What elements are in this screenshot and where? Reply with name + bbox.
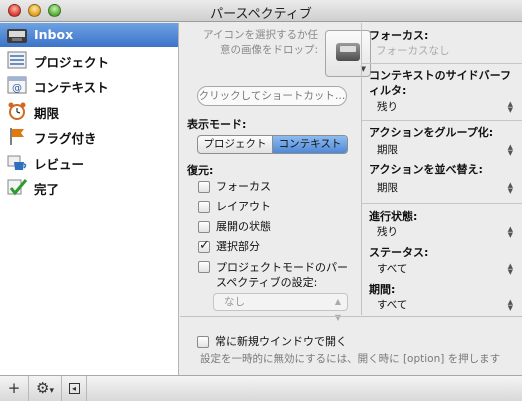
updown-arrows-icon: ▲ ▼ xyxy=(507,181,513,195)
inbox-tray-icon xyxy=(7,29,27,43)
checkbox[interactable] xyxy=(198,181,210,193)
context-filter-popup[interactable]: 残り ▲ ▼ xyxy=(369,100,517,116)
toggle-sidebar-button[interactable]: ◂ xyxy=(62,376,87,401)
sidebar-item-flagged[interactable]: フラグ付き xyxy=(0,124,178,148)
perspectives-window: パースペクティブ Inbox プロジェクト @ コンテキスト 期限 フラグ付き … xyxy=(0,0,522,401)
project-mode-perspective-select: なし ▲ ▼ xyxy=(213,293,348,322)
group-actions-popup[interactable]: 期限 ▲ ▼ xyxy=(369,143,517,159)
sidebar-item-inbox[interactable]: Inbox xyxy=(0,23,178,47)
divider xyxy=(362,63,522,64)
view-mode-projects[interactable]: プロジェクト xyxy=(198,136,272,153)
context-filter-label: コンテキストのサイドバーフィルタ: xyxy=(369,69,512,97)
sidebar-item-review[interactable]: レビュー xyxy=(0,150,178,174)
sidebar-item-label: フラグ付き xyxy=(34,131,97,146)
review-cup-icon xyxy=(7,155,27,170)
footer-options: 常に新規ウインドウで開く 設定を一時的に無効にするには、開く時に [option… xyxy=(180,316,522,375)
progress-popup[interactable]: 残り ▲ ▼ xyxy=(369,225,517,241)
updown-arrows-icon: ▲ ▼ xyxy=(507,143,513,157)
popup-value: 期限 xyxy=(377,144,398,156)
progress-label: 進行状態: xyxy=(369,210,418,223)
restore-project-mode-checkbox[interactable]: プロジェクトモードのパースペクティブの設定: xyxy=(198,260,358,292)
checkbox-label: 選択部分 xyxy=(216,240,260,253)
focus-field[interactable]: フォーカスなし xyxy=(376,43,450,58)
group-actions-label: アクションをグループ化: xyxy=(369,126,494,139)
checkbox-label: プロジェクトモードのパースペクティブの設定: xyxy=(216,261,348,289)
completed-checkmark-icon xyxy=(7,179,28,196)
bottom-toolbar: + ⚙▾ ◂ xyxy=(0,375,522,401)
popup-value: すべて xyxy=(377,299,408,311)
plus-icon: + xyxy=(7,379,21,397)
sidebar-item-label: プロジェクト xyxy=(34,55,110,70)
option-key-note: 設定を一時的に無効にするには、開く時に [option] を押します xyxy=(200,353,501,365)
flag-icon xyxy=(10,128,24,145)
popup-value: 残り xyxy=(377,101,398,113)
updown-arrows-icon: ▲ ▼ xyxy=(507,298,513,312)
sidebar-item-label: Inbox xyxy=(34,27,74,42)
status-label: ステータス: xyxy=(369,246,429,259)
period-label: 期間: xyxy=(369,283,396,296)
icon-drop-instructions: アイコンを選択するか任意の画像をドロップ: xyxy=(203,29,318,56)
popup-value: 残り xyxy=(377,226,398,238)
checkbox-label: 常に新規ウインドウで開く xyxy=(215,335,347,348)
projects-icon xyxy=(7,51,27,69)
view-mode-label: 表示モード: xyxy=(187,118,247,131)
sidebar-item-label: コンテキスト xyxy=(34,80,109,95)
sidebar-item-contexts[interactable]: @ コンテキスト xyxy=(0,73,178,97)
status-popup[interactable]: すべて ▲ ▼ xyxy=(369,262,517,278)
updown-arrows-icon: ▲ ▼ xyxy=(507,225,513,239)
checkbox-label: 展開の状態 xyxy=(216,220,271,233)
chevron-down-icon: ▾ xyxy=(49,386,54,396)
checkbox[interactable]: ✓ xyxy=(198,238,210,253)
shortcut-recorder[interactable]: クリックしてショートカット… xyxy=(197,86,347,106)
action-menu-button[interactable]: ⚙▾ xyxy=(29,376,62,401)
checkbox[interactable] xyxy=(198,201,210,213)
sidebar-item-completed[interactable]: 完了 xyxy=(0,175,178,199)
sidebar-item-label: 期限 xyxy=(34,106,60,121)
checkbox[interactable] xyxy=(198,261,210,273)
focus-label: フォーカス: xyxy=(369,29,429,42)
contexts-icon: @ xyxy=(7,76,27,94)
restore-label: 復元: xyxy=(187,164,214,177)
perspectives-sidebar: Inbox プロジェクト @ コンテキスト 期限 フラグ付き レビュー 完了 xyxy=(0,23,179,375)
popup-value: 期限 xyxy=(377,182,398,194)
sidebar-item-due[interactable]: 期限 xyxy=(0,99,178,123)
divider xyxy=(362,120,522,121)
checkmark-icon: ✓ xyxy=(199,238,210,253)
view-mode-contexts[interactable]: コンテキスト xyxy=(273,136,347,153)
svg-text:@: @ xyxy=(12,83,22,94)
sort-actions-label: アクションを並べ替え: xyxy=(369,163,483,176)
updown-arrows-icon: ▲ ▼ xyxy=(507,262,513,276)
sidebar-item-label: 完了 xyxy=(34,182,60,197)
checkbox-label: フォーカス xyxy=(216,180,271,193)
select-value: なし xyxy=(224,296,245,308)
view-mode-segmented-control: プロジェクト コンテキスト xyxy=(197,135,348,154)
checkbox[interactable] xyxy=(197,336,209,348)
sidebar-item-label: レビュー xyxy=(34,157,85,172)
updown-arrows-icon: ▲ ▼ xyxy=(507,100,513,114)
checkbox-label: レイアウト xyxy=(216,200,271,213)
inbox-tray-icon xyxy=(336,43,360,61)
title-bar[interactable]: パースペクティブ xyxy=(0,0,522,22)
sort-actions-popup[interactable]: 期限 ▲ ▼ xyxy=(369,181,517,197)
checkbox[interactable] xyxy=(198,221,210,233)
period-popup[interactable]: すべて ▲ ▼ xyxy=(369,298,517,314)
add-perspective-button[interactable]: + xyxy=(0,376,29,401)
divider xyxy=(362,203,522,204)
sidebar-item-projects[interactable]: プロジェクト xyxy=(0,48,178,72)
perspective-settings-panel: アイコンを選択するか任意の画像をドロップ: ▼ クリックしてショートカット… 表… xyxy=(180,23,371,322)
due-alarm-clock-icon xyxy=(8,102,26,120)
collapse-icon: ◂ xyxy=(68,383,80,394)
filter-settings-panel: フォーカス: フォーカスなし コンテキストのサイドバーフィルタ: 残り ▲ ▼ ア… xyxy=(361,23,522,315)
window-title: パースペクティブ xyxy=(210,7,312,22)
popup-value: すべて xyxy=(377,263,408,275)
gear-icon: ⚙ xyxy=(36,379,50,397)
